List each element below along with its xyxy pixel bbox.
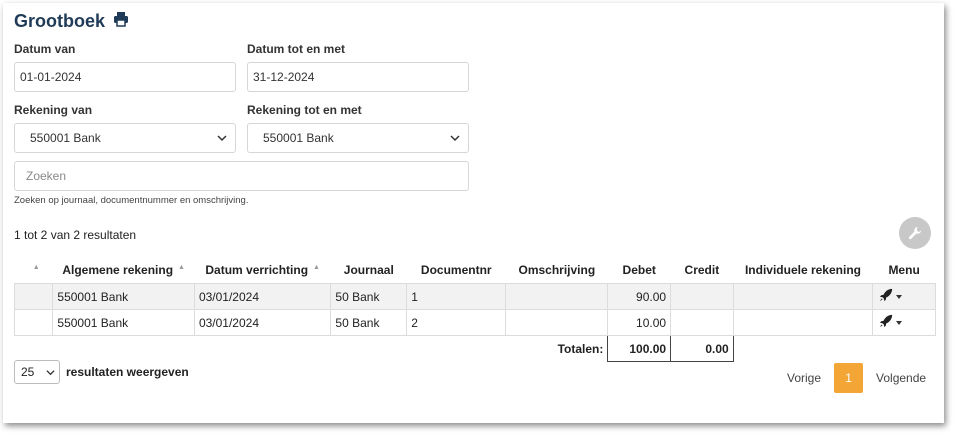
cell-individueel: [732, 309, 874, 336]
wrench-icon[interactable]: [899, 217, 931, 249]
col-journaal[interactable]: Journaal: [331, 257, 407, 284]
results-count: 1 tot 2 van 2 resultaten: [14, 228, 137, 242]
grootboek-panel: Grootboek Datum van 01-01-2024 Datum tot…: [3, 3, 944, 423]
rekening-van-value: 550001 Bank: [30, 131, 101, 145]
totals-row: Totalen: 100.00 0.00: [15, 335, 936, 362]
page-title: Grootboek: [14, 11, 106, 31]
cell-credit: [670, 309, 734, 336]
rekening-van-label: Rekening van: [14, 103, 93, 117]
printer-icon[interactable]: [113, 11, 129, 32]
col-individuele-rekening[interactable]: Individuele rekening: [733, 257, 873, 284]
datum-van-input[interactable]: 01-01-2024: [14, 62, 236, 92]
col-algemene-rekening[interactable]: Algemene rekening ▲: [53, 257, 195, 284]
cell-individueel: [732, 283, 874, 310]
search-input[interactable]: Zoeken: [14, 161, 469, 191]
prev-page-button[interactable]: Vorige: [774, 363, 834, 393]
search-hint: Zoeken op journaal, documentnummer en om…: [14, 195, 249, 206]
caret-down-icon: [896, 321, 903, 325]
rekening-tot-value: 550001 Bank: [263, 131, 334, 145]
pagination: Vorige 1 Volgende: [774, 363, 939, 393]
total-debet: 100.00: [607, 335, 672, 362]
col-debet[interactable]: Debet: [608, 257, 671, 284]
table-row[interactable]: 550001 Bank 03/01/2024 50 Bank 2 10.00: [13, 309, 936, 336]
caret-down-icon: [896, 295, 903, 299]
datum-tot-input[interactable]: 31-12-2024: [247, 62, 469, 92]
col-menu: Menu: [888, 263, 920, 277]
current-page-button[interactable]: 1: [834, 363, 864, 393]
rekening-tot-label: Rekening tot en met: [247, 103, 362, 117]
col-datum-verrichting[interactable]: Datum verrichting ▲: [194, 257, 330, 284]
next-page-button[interactable]: Volgende: [863, 363, 939, 393]
cell-omschrijving: [505, 283, 609, 310]
rekening-van-select[interactable]: 550001 Bank: [14, 123, 236, 153]
col-credit[interactable]: Credit: [671, 257, 734, 284]
cell-journaal: 50 Bank: [330, 283, 408, 310]
page-size-control: 25 resultaten weergeven: [14, 360, 189, 384]
row-menu-button[interactable]: [872, 309, 936, 336]
page-size-label: resultaten weergeven: [66, 365, 189, 379]
page-size-select[interactable]: 25: [14, 360, 60, 384]
table-row[interactable]: 550001 Bank 03/01/2024 50 Bank 1 90.00: [13, 283, 936, 310]
rekening-tot-select[interactable]: 550001 Bank: [247, 123, 469, 153]
page-header: Grootboek: [14, 11, 129, 32]
chevron-down-icon: [450, 135, 460, 142]
chevron-down-icon: [46, 369, 55, 375]
cell-rekening: 550001 Bank: [52, 309, 195, 336]
chevron-down-icon: [217, 135, 227, 142]
col-documentnr[interactable]: Documentnr: [407, 257, 506, 284]
row-select-cell[interactable]: [13, 283, 54, 310]
cell-debet: 90.00: [607, 283, 672, 310]
cell-datum: 03/01/2024: [193, 309, 332, 336]
cell-documentnr: 1: [406, 283, 507, 310]
rocket-icon: [880, 288, 893, 302]
cell-debet: 10.00: [607, 309, 672, 336]
ledger-table: ▲ Algemene rekening ▲ Datum verrichting ▲ …: [13, 257, 936, 362]
cell-datum: 03/01/2024: [193, 283, 332, 310]
col-select[interactable]: ▲: [15, 257, 53, 284]
cell-documentnr: 2: [406, 309, 507, 336]
row-select-cell[interactable]: [13, 309, 54, 336]
datum-tot-label: Datum tot en met: [247, 42, 346, 56]
row-menu-button[interactable]: [872, 283, 936, 310]
total-credit: 0.00: [670, 335, 734, 362]
cell-omschrijving: [505, 309, 609, 336]
table-header-row: ▲ Algemene rekening ▲ Datum verrichting ▲ …: [15, 257, 936, 284]
col-omschrijving[interactable]: Omschrijving: [506, 257, 608, 284]
cell-journaal: 50 Bank: [330, 309, 408, 336]
cell-rekening: 550001 Bank: [52, 283, 195, 310]
datum-van-label: Datum van: [14, 42, 76, 56]
page-size-value: 25: [21, 365, 35, 379]
totals-label: Totalen:: [557, 341, 604, 356]
rocket-icon: [880, 314, 893, 328]
cell-credit: [670, 283, 734, 310]
